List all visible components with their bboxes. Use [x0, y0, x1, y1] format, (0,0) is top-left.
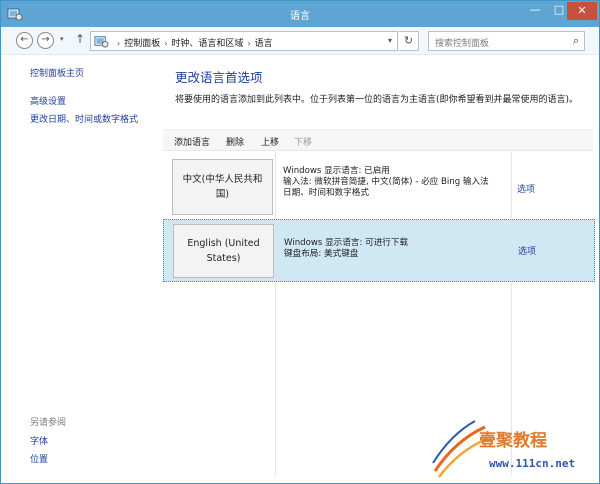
see-also-heading: 另请参阅 [30, 418, 67, 428]
move-down-button: 下移 [294, 138, 313, 148]
list-item[interactable]: English (United States) Windows 显示语言: 可进… [163, 219, 595, 282]
left-panel: 控制面板主页 高级设置 更改日期、时间或数字格式 另请参阅 字体 位置 [1, 56, 161, 484]
breadcrumb-separator[interactable]: › [164, 39, 167, 48]
advanced-settings-link[interactable]: 高级设置 [30, 94, 66, 107]
control-panel-icon [94, 36, 109, 48]
language-name: English (United States) [187, 238, 260, 264]
refresh-button[interactable]: ↻ [399, 31, 419, 51]
page-description: 将要使用的语言添加到此列表中。位于列表第一位的语言为主语言(即你希望看到并最常使… [175, 95, 579, 105]
display-language-status: Windows 显示语言: 已启用 [283, 166, 390, 176]
watermark-name: 壹聚教程 [479, 431, 547, 451]
search-input[interactable]: 搜索控制面板 ⌕ [428, 31, 585, 51]
search-icon[interactable]: ⌕ [573, 34, 579, 48]
list-item[interactable]: 中文(中华人民共和国) Windows 显示语言: 已启用 输入法: 微软拼音简… [163, 152, 595, 218]
page-title: 更改语言首选项 [175, 70, 263, 85]
recent-locations-dropdown[interactable]: ▾ [60, 35, 64, 43]
breadcrumb-separator[interactable]: › [247, 39, 250, 48]
watermark-logo: 壹聚教程 www.111cn.net [429, 413, 599, 483]
language-details: Windows 显示语言: 可进行下载 键盘布局: 美式键盘 [284, 238, 509, 260]
breadcrumb-clock-language-region[interactable]: 时钟、语言和区域 [171, 39, 243, 49]
breadcrumb-language[interactable]: 语言 [255, 39, 273, 49]
watermark-url: www.111cn.net [489, 457, 576, 470]
breadcrumb-separator: › [117, 39, 121, 48]
control-panel-home-link[interactable]: 控制面板主页 [30, 66, 84, 79]
language-tile[interactable]: 中文(中华人民共和国) [172, 159, 273, 215]
language-name: 中文(中华人民共和国) [182, 174, 263, 200]
change-date-time-link[interactable]: 更改日期、时间或数字格式 [30, 112, 138, 125]
location-link[interactable]: 位置 [30, 452, 48, 465]
options-link[interactable]: 选项 [517, 182, 535, 195]
up-button[interactable]: ↑ [75, 32, 85, 46]
forward-button[interactable]: → [37, 32, 54, 49]
navigation-bar: ← → ▾ ↑ › 控制面板 › 时钟、语言和区域 › 语言 ▾ ↻ 搜索控制面板 ⌕ [1, 27, 599, 55]
back-button[interactable]: ← [16, 32, 33, 49]
address-bar[interactable]: › 控制面板 › 时钟、语言和区域 › 语言 ▾ [90, 31, 398, 51]
breadcrumb: › 控制面板 › 时钟、语言和区域 › 语言 [113, 36, 273, 49]
minimize-button[interactable]: — [523, 1, 547, 21]
fonts-link[interactable]: 字体 [30, 434, 48, 447]
language-details: Windows 显示语言: 已启用 输入法: 微软拼音简捷, 中文(简体) - … [283, 166, 508, 199]
language-toolbar: 添加语言 删除 上移 下移 [163, 129, 593, 151]
input-method: 输入法: 微软拼音简捷, 中文(简体) - 必应 Bing 输入法 [283, 177, 489, 187]
breadcrumb-control-panel[interactable]: 控制面板 [124, 39, 160, 49]
add-language-button[interactable]: 添加语言 [174, 135, 210, 148]
keyboard-layout: 键盘布局: 美式键盘 [284, 249, 359, 259]
delete-button[interactable]: 删除 [226, 135, 244, 148]
options-link[interactable]: 选项 [518, 244, 536, 257]
move-up-button[interactable]: 上移 [261, 135, 279, 148]
title-bar[interactable]: 语言 — □ ✕ [1, 1, 599, 27]
language-tile[interactable]: English (United States) [173, 224, 274, 278]
chevron-down-icon[interactable]: ▾ [388, 36, 392, 45]
close-button[interactable]: ✕ [567, 2, 597, 20]
search-placeholder: 搜索控制面板 [435, 39, 490, 49]
format-info: 日期、时间和数字格式 [283, 188, 369, 198]
display-language-status: Windows 显示语言: 可进行下载 [284, 238, 409, 248]
control-panel-window: 语言 — □ ✕ ← → ▾ ↑ › 控制面板 › 时钟、语言和区域 › 语言 ▾ ↻ 搜… [0, 0, 600, 484]
window-title: 语言 [290, 11, 310, 22]
